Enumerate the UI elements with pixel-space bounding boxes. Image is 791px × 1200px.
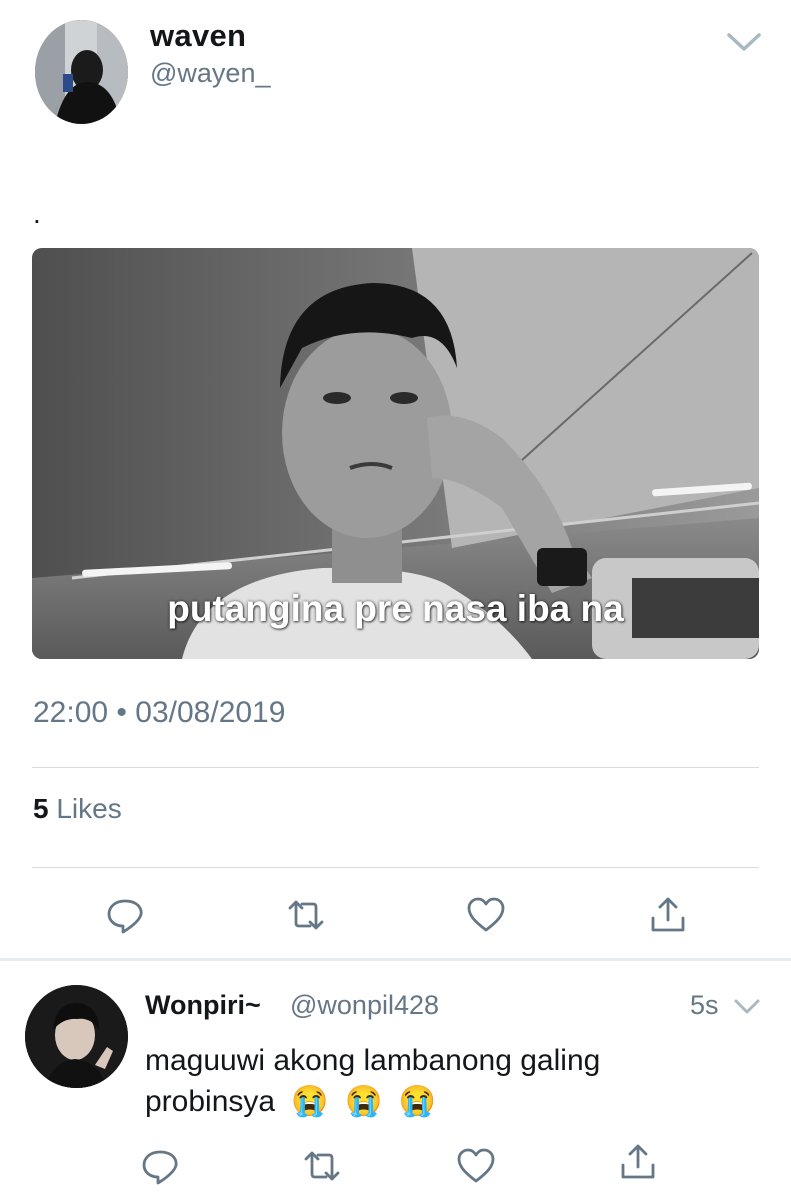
chevron-down-icon[interactable]: [725, 30, 763, 54]
author-avatar[interactable]: [35, 20, 128, 124]
reply-icon[interactable]: [103, 893, 147, 937]
share-icon[interactable]: [646, 893, 690, 937]
like-icon[interactable]: [454, 1144, 498, 1188]
likes-count-link[interactable]: 5 Likes: [33, 793, 122, 825]
chevron-down-icon[interactable]: [733, 997, 761, 1017]
reply-icon[interactable]: [138, 1144, 182, 1188]
reply-author-handle[interactable]: @wonpil428: [290, 990, 439, 1021]
section-divider: [0, 958, 791, 961]
crying-face-emoji-icon: 😭: [291, 1085, 329, 1118]
reply-author-display-name[interactable]: Wonpiri~: [145, 990, 261, 1021]
crying-face-emoji-icon: 😭: [345, 1085, 383, 1118]
share-icon[interactable]: [616, 1140, 660, 1184]
tweet-time: 22:00: [33, 696, 109, 729]
like-icon[interactable]: [464, 893, 508, 937]
divider: [32, 767, 759, 768]
reply-author-avatar[interactable]: [25, 985, 128, 1088]
tweet-date: 03/08/2019: [135, 696, 286, 729]
tweet-timestamp: 22:00 • 03/08/2019: [33, 696, 285, 730]
likes-count: 5: [33, 793, 49, 824]
divider: [32, 867, 759, 868]
meta-separator: •: [116, 696, 127, 729]
crying-face-emoji-icon: 😭: [398, 1085, 437, 1118]
tweet-text: .: [33, 198, 41, 229]
retweet-icon[interactable]: [284, 893, 328, 937]
author-display-name[interactable]: waven: [150, 18, 246, 54]
retweet-icon[interactable]: [300, 1144, 344, 1188]
author-handle[interactable]: @wayen_: [150, 58, 270, 89]
likes-label: Likes: [56, 793, 122, 824]
reply-time: 5s: [690, 990, 719, 1020]
media-caption: putangina pre nasa iba na: [167, 588, 624, 629]
reply-text: maguuwi akong lambanong galing probinsya…: [145, 1040, 705, 1122]
tweet-media-image[interactable]: putangina pre nasa iba na: [32, 248, 759, 659]
